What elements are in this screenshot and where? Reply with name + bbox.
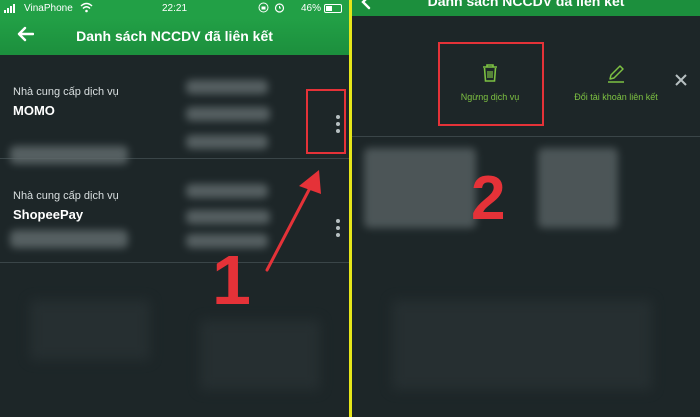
blurred-account-info: [186, 135, 268, 149]
provider-name: ShopeePay: [13, 207, 84, 222]
pencil-icon: [608, 65, 624, 83]
provider-label: Nhà cung cấp dịch vụ: [13, 86, 119, 98]
background-texture: [200, 320, 320, 390]
highlight-box-stop-service: [438, 42, 544, 126]
clock: 22:21: [161, 3, 188, 14]
blurred-account-info: [186, 80, 268, 94]
blurred-account-info: [10, 230, 128, 248]
status-bar: VinaPhone 22:21 46%: [0, 0, 349, 18]
background-texture: [30, 300, 150, 360]
arrow-annotation: [255, 160, 335, 285]
change-account-label: Đổi tài khoản liên kết: [574, 92, 658, 102]
blurred-account-info: [364, 148, 476, 228]
close-icon[interactable]: [675, 73, 687, 91]
step-number-1: 1: [212, 241, 251, 319]
alarm-icon: [274, 2, 285, 16]
battery-percent: 46%: [301, 3, 322, 14]
lock-rotation-icon: [258, 2, 269, 16]
step-number-2: 2: [471, 164, 506, 233]
blurred-account-info: [538, 148, 618, 228]
page-title: Danh sách NCCDV đã liên kết: [76, 28, 273, 44]
provider-item-momo[interactable]: Nhà cung cấp dịch vụ MOMO: [0, 55, 349, 164]
highlight-box-more-options: [306, 89, 346, 154]
background-texture: [392, 300, 652, 390]
blurred-account-info: [186, 107, 270, 121]
app-header: Danh sách NCCDV đã liên kết: [0, 18, 349, 55]
provider-name: MOMO: [13, 103, 55, 118]
page-title: Danh sách NCCDV đã liên kết: [427, 0, 625, 9]
app-header-cropped: Danh sách NCCDV đã liên kết: [352, 0, 700, 16]
change-account-button[interactable]: Đổi tài khoản liên kết: [564, 63, 668, 102]
left-screen: VinaPhone 22:21 46% Danh sách NCCDV đã l…: [0, 0, 349, 417]
right-screen: Danh sách NCCDV đã liên kết Ngừng dịch v…: [352, 0, 700, 417]
divider: [352, 136, 700, 137]
battery-icon: [324, 4, 342, 13]
provider-label: Nhà cung cấp dịch vụ: [13, 190, 119, 202]
